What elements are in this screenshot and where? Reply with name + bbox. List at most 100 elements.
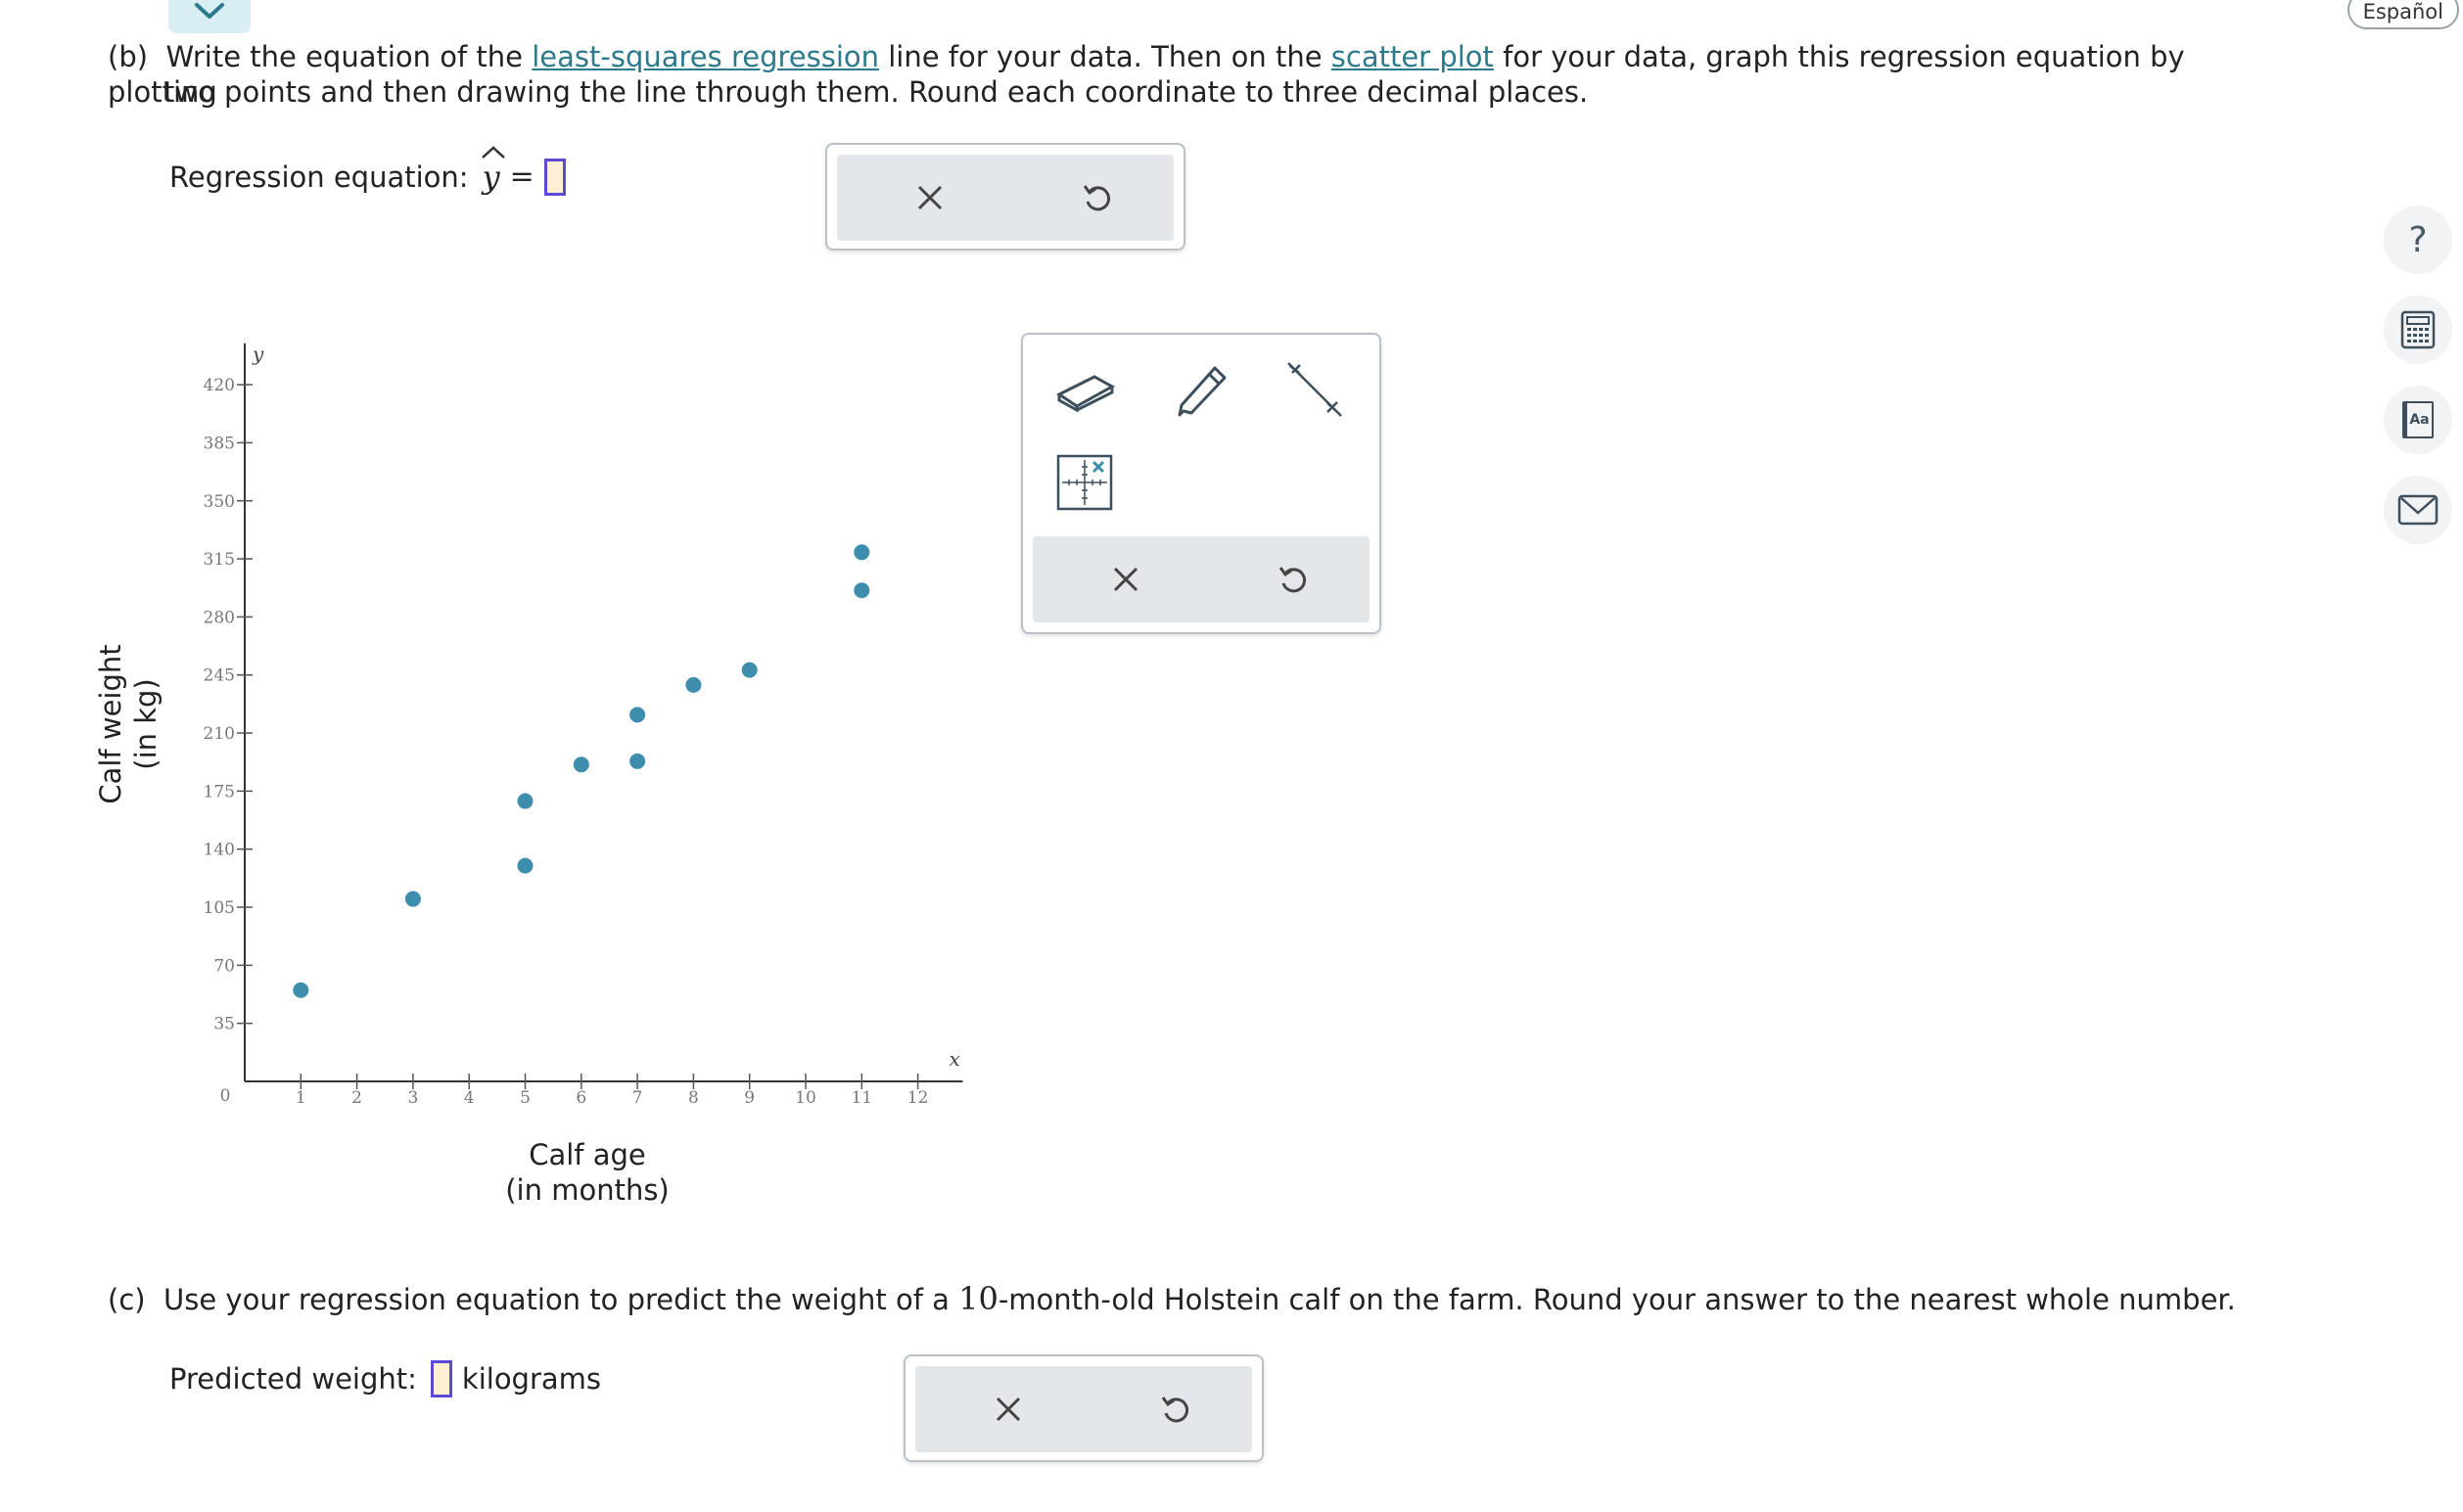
- reference-button[interactable]: Aa: [2384, 386, 2452, 454]
- close-icon: [1113, 567, 1139, 592]
- y-axis-letter: y: [252, 343, 264, 366]
- calculator-icon: [2400, 310, 2436, 349]
- x-axis-sublabel: (in months): [505, 1173, 670, 1207]
- y-tick-label: 175: [204, 782, 235, 802]
- equation-answer-panel: [825, 143, 1185, 251]
- chevron-down-icon: [195, 3, 224, 19]
- y-axis-title: Calf weight (in kg): [93, 577, 171, 871]
- x-tick-label: 5: [520, 1088, 531, 1108]
- line-tool-icon: [1287, 362, 1342, 417]
- x-tick-label: 3: [407, 1088, 418, 1108]
- predicted-weight-unit: kilograms: [461, 1362, 602, 1396]
- question-c-number: 10: [958, 1280, 999, 1317]
- x-tick-label: 10: [795, 1088, 816, 1108]
- collapse-toggle[interactable]: [168, 0, 251, 33]
- y-tick-label: 70: [213, 956, 235, 976]
- prediction-clear-button[interactable]: [974, 1380, 1043, 1439]
- help-icon: ?: [2408, 219, 2428, 260]
- mail-icon: [2397, 494, 2439, 526]
- predicted-weight-row: Predicted weight: kilograms: [169, 1360, 601, 1397]
- eraser-tool[interactable]: [1050, 354, 1121, 425]
- equals-sign: =: [509, 160, 534, 194]
- data-point: [293, 982, 309, 998]
- x-axis-title: Calf age (in months): [441, 1137, 734, 1208]
- y-axis-sublabel: (in kg): [129, 678, 163, 770]
- question-c-text-1: Use your regression equation to predict …: [163, 1283, 959, 1316]
- x-tick-label: 4: [464, 1088, 475, 1108]
- x-tick-label: 7: [632, 1088, 643, 1108]
- data-point: [685, 676, 702, 693]
- x-tick-label: 2: [351, 1088, 362, 1108]
- y-tick-label: 35: [213, 1015, 235, 1034]
- data-point: [517, 857, 534, 874]
- question-b-line2: two points and then drawing the line thr…: [163, 75, 1589, 109]
- data-point: [854, 582, 870, 599]
- data-point: [517, 793, 534, 809]
- regression-equation-input[interactable]: [543, 159, 566, 196]
- graph-undo-button[interactable]: [1258, 550, 1326, 609]
- x-axis-letter: x: [949, 1047, 959, 1071]
- question-c-text-2: -month-old Holstein calf on the farm. Ro…: [998, 1283, 2236, 1316]
- graph-tools-panel: [1021, 333, 1381, 634]
- prediction-undo-button[interactable]: [1140, 1380, 1209, 1439]
- eraser-icon: [1056, 375, 1116, 413]
- help-button[interactable]: ?: [2384, 206, 2452, 274]
- undo-icon: [1083, 185, 1111, 211]
- line-tool[interactable]: [1279, 354, 1350, 425]
- x-tick-label: 11: [851, 1088, 872, 1108]
- undo-icon: [1278, 567, 1307, 593]
- origin-label: 0: [220, 1086, 231, 1106]
- question-b-text-2: line for your data. Then on the: [879, 40, 1331, 73]
- message-button[interactable]: [2384, 476, 2452, 544]
- y-tick-label: 420: [204, 376, 235, 395]
- pencil-icon: [1178, 366, 1227, 417]
- y-tick-label: 280: [204, 608, 235, 627]
- prediction-answer-panel: [904, 1354, 1264, 1462]
- y-variable: y: [482, 158, 500, 196]
- graph-clear-button[interactable]: [1092, 550, 1160, 609]
- scatter-plot-link[interactable]: scatter plot: [1331, 40, 1494, 73]
- predicted-weight-label: Predicted weight:: [169, 1362, 417, 1396]
- question-b-label: (b): [108, 40, 149, 73]
- x-axis-label: Calf age: [529, 1138, 646, 1171]
- question-c-label: (c): [108, 1283, 146, 1316]
- x-tick-label: 1: [296, 1088, 306, 1108]
- close-icon: [996, 1397, 1021, 1422]
- predicted-weight-input[interactable]: [430, 1360, 452, 1397]
- data-point: [629, 753, 646, 769]
- question-b-text-1: Write the equation of the: [165, 40, 533, 73]
- y-tick-label: 210: [204, 724, 235, 744]
- y-hat: y: [481, 145, 505, 196]
- y-tick-label: 315: [204, 550, 235, 570]
- calculator-button[interactable]: [2384, 296, 2452, 364]
- y-tick-label: 385: [204, 434, 235, 453]
- equation-undo-button[interactable]: [1062, 168, 1131, 227]
- x-tick-label: 9: [744, 1088, 755, 1108]
- x-tick-label: 6: [576, 1088, 586, 1108]
- scatter-plot[interactable]: xy0 1 2 3 4 5 6 7 8 9 10 11 123570105140175210245280…: [176, 323, 999, 1125]
- y-tick-label: 245: [204, 666, 235, 686]
- undo-icon: [1161, 1397, 1189, 1423]
- close-icon: [917, 185, 943, 210]
- reference-icon: Aa: [2402, 401, 2434, 438]
- language-button[interactable]: Español: [2347, 0, 2459, 29]
- y-tick-label: 350: [204, 492, 235, 512]
- data-point: [629, 707, 646, 723]
- hat-icon: [481, 145, 505, 159]
- point-grid-tool[interactable]: [1052, 450, 1117, 515]
- regression-equation-row: Regression equation: y =: [169, 145, 566, 196]
- question-c: (c) Use your regression equation to pred…: [108, 1281, 2359, 1317]
- least-squares-link[interactable]: least-squares regression: [532, 40, 879, 73]
- y-tick-label: 105: [204, 898, 235, 918]
- data-point: [854, 544, 870, 561]
- equation-clear-button[interactable]: [896, 168, 964, 227]
- y-tick-label: 140: [204, 841, 235, 860]
- data-point: [741, 662, 758, 678]
- y-axis-label: Calf weight: [94, 644, 127, 804]
- x-tick-label: 8: [688, 1088, 699, 1108]
- data-point: [404, 891, 421, 907]
- regression-equation-label: Regression equation:: [169, 160, 469, 194]
- pencil-tool[interactable]: [1166, 354, 1236, 425]
- data-point: [573, 756, 589, 773]
- point-grid-icon: [1056, 454, 1113, 511]
